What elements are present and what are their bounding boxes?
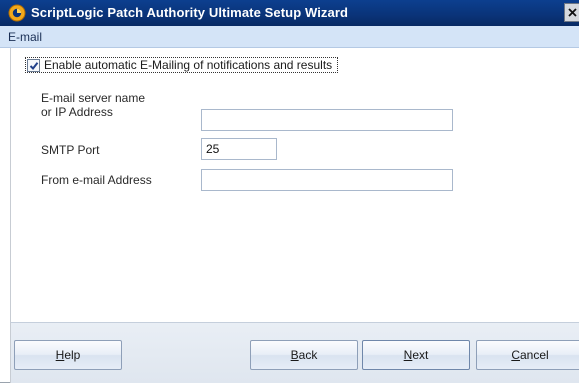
cancel-label-rest: ancel bbox=[519, 348, 549, 362]
help-label-rest: elp bbox=[64, 348, 81, 362]
checkmark-icon bbox=[29, 61, 39, 70]
enable-email-checkbox[interactable] bbox=[27, 58, 40, 72]
cancel-accel: C bbox=[511, 348, 520, 362]
smtp-port-label: SMTP Port bbox=[41, 143, 100, 157]
next-accel: N bbox=[403, 348, 413, 362]
next-label-rest: ext bbox=[412, 348, 429, 362]
back-accel: B bbox=[290, 348, 299, 362]
server-name-label: E-mail server name or IP Address bbox=[41, 91, 145, 119]
server-name-input[interactable] bbox=[201, 109, 453, 131]
next-button[interactable]: Next bbox=[362, 340, 470, 370]
back-label-rest: ack bbox=[298, 348, 318, 362]
enable-email-checkbox-row[interactable]: Enable automatic E-Mailing of notificati… bbox=[25, 57, 339, 73]
email-settings-panel: Enable automatic E-Mailing of notificati… bbox=[10, 48, 579, 322]
section-title: E-mail bbox=[8, 30, 43, 44]
setup-wizard-window: ScriptLogic Patch Authority Ultimate Set… bbox=[0, 0, 579, 383]
from-address-input[interactable] bbox=[201, 169, 453, 191]
wizard-footer: Help Back Next Cancel bbox=[10, 322, 579, 383]
server-name-label-line1: E-mail server name bbox=[41, 91, 146, 105]
close-icon bbox=[568, 8, 577, 17]
back-button[interactable]: Back bbox=[250, 340, 358, 370]
close-button[interactable] bbox=[564, 3, 579, 22]
from-address-label: From e-mail Address bbox=[41, 173, 152, 187]
help-button[interactable]: Help bbox=[14, 340, 122, 370]
cancel-button[interactable]: Cancel bbox=[476, 340, 579, 370]
smtp-port-input[interactable] bbox=[201, 138, 277, 160]
enable-email-label: Enable automatic E-Mailing of notificati… bbox=[44, 58, 333, 72]
scriptlogic-logo-icon bbox=[8, 4, 26, 22]
window-title: ScriptLogic Patch Authority Ultimate Set… bbox=[31, 5, 349, 20]
help-accel: H bbox=[55, 348, 65, 362]
server-name-label-line2: or IP Address bbox=[41, 105, 113, 119]
title-bar[interactable]: ScriptLogic Patch Authority Ultimate Set… bbox=[0, 0, 579, 26]
section-header: E-mail bbox=[0, 26, 579, 48]
